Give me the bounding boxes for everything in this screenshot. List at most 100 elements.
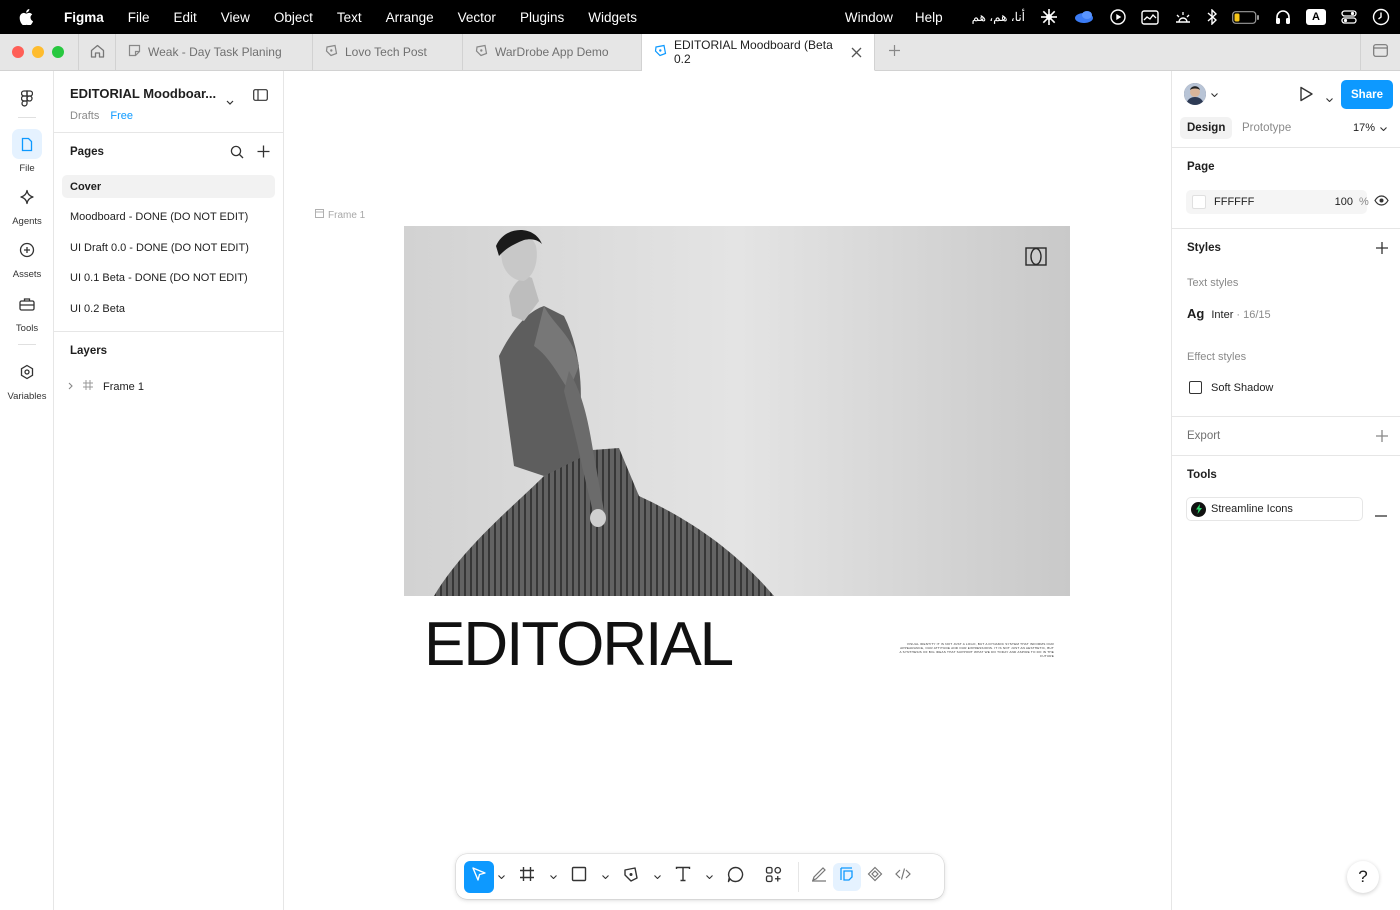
text-tool-button[interactable] — [664, 861, 702, 893]
tab-prototype[interactable]: Prototype — [1235, 117, 1298, 139]
page-item-ui-01-beta[interactable]: UI 0.1 Beta - DONE (DO NOT EDIT) — [62, 266, 275, 289]
add-export-icon[interactable] — [1376, 430, 1388, 442]
rectangle-tool-button[interactable] — [560, 861, 598, 893]
control-center-icon[interactable] — [1341, 10, 1357, 24]
frame-label[interactable]: Frame 1 — [315, 209, 365, 221]
chevron-down-icon[interactable] — [1326, 93, 1333, 105]
frame-tool-button[interactable] — [508, 861, 546, 893]
canvas[interactable]: Frame 1 EDITORIAL VISUAL IDENTITY IT IS … — [284, 71, 1171, 910]
page-color-field[interactable]: FFFFFF 100 % — [1186, 190, 1369, 214]
page-color-hex[interactable]: FFFFFF — [1214, 196, 1254, 208]
headphones-icon[interactable] — [1275, 9, 1291, 25]
menu-edit[interactable]: Edit — [162, 10, 209, 25]
actions-tool-button[interactable] — [754, 861, 792, 893]
menu-arrange[interactable]: Arrange — [374, 10, 446, 25]
eye-icon[interactable] — [1374, 195, 1389, 209]
monitor-graph-icon[interactable] — [1141, 9, 1159, 25]
tab-lovo-tech-post[interactable]: Lovo Tech Post — [313, 34, 463, 70]
menu-object[interactable]: Object — [262, 10, 325, 25]
lightning-icon — [1191, 501, 1206, 517]
page-item-ui-draft[interactable]: UI Draft 0.0 - DONE (DO NOT EDIT) — [62, 236, 275, 259]
pen-tool-button[interactable] — [612, 861, 650, 893]
rail-label: Tools — [15, 323, 39, 334]
close-window-button[interactable] — [12, 46, 24, 58]
sunrise-icon[interactable] — [1174, 10, 1192, 24]
page-item-moodboard[interactable]: Moodboard - DONE (DO NOT EDIT) — [62, 205, 275, 228]
menu-view[interactable]: View — [209, 10, 262, 25]
rail-variables[interactable]: Variables — [0, 357, 54, 402]
toggle-sidebar-button[interactable] — [1360, 34, 1400, 70]
present-button[interactable] — [1299, 86, 1314, 105]
zoom-window-button[interactable] — [52, 46, 64, 58]
page-opacity[interactable]: 100 — [1309, 196, 1353, 208]
layer-row-frame-1[interactable]: Frame 1 — [68, 380, 144, 393]
clock-icon[interactable] — [1372, 8, 1390, 26]
home-button[interactable] — [78, 34, 116, 70]
add-style-icon[interactable] — [1376, 242, 1388, 254]
menu-window[interactable]: Window — [845, 10, 893, 25]
minimize-window-button[interactable] — [32, 46, 44, 58]
menu-file[interactable]: File — [116, 10, 162, 25]
menu-text[interactable]: Text — [325, 10, 374, 25]
file-title[interactable]: EDITORIAL Moodboar... — [70, 86, 216, 101]
chevron-down-icon[interactable] — [546, 874, 560, 879]
add-page-icon[interactable] — [257, 145, 270, 163]
plugin-streamline-icons[interactable]: Streamline Icons — [1186, 497, 1363, 521]
code-mode-button[interactable] — [889, 863, 917, 891]
page-item-ui-02-beta[interactable]: UI 0.2 Beta — [62, 297, 275, 320]
apple-icon[interactable] — [0, 9, 52, 25]
bluetooth-icon[interactable] — [1207, 9, 1217, 25]
zoom-dropdown[interactable]: 17% — [1353, 122, 1387, 134]
arabic-status-text[interactable]: أنا، هم، هم — [972, 10, 1025, 24]
figma-menu-button[interactable] — [0, 83, 54, 117]
menu-help[interactable]: Help — [915, 10, 943, 25]
chevron-right-icon[interactable] — [68, 381, 74, 393]
rail-file[interactable]: File — [0, 129, 54, 174]
file-location[interactable]: Drafts — [70, 110, 99, 122]
menu-app-name[interactable]: Figma — [52, 10, 116, 25]
editorial-title[interactable]: EDITORIAL — [424, 609, 734, 680]
user-menu[interactable] — [1184, 83, 1218, 105]
input-source-indicator[interactable]: A — [1306, 9, 1326, 25]
new-tab-button[interactable] — [875, 34, 913, 70]
color-swatch[interactable] — [1192, 195, 1206, 209]
tab-wardrobe-app-demo[interactable]: WarDrobe App Demo — [463, 34, 642, 70]
tab-design[interactable]: Design — [1180, 117, 1233, 139]
chevron-down-icon[interactable] — [494, 874, 508, 879]
frame-icon — [519, 866, 535, 887]
plan-badge[interactable]: Free — [110, 110, 133, 122]
remove-plugin-icon[interactable] — [1375, 508, 1387, 520]
move-tool-button[interactable] — [464, 860, 494, 893]
editorial-photo[interactable] — [404, 226, 1070, 596]
play-circle-icon[interactable] — [1110, 9, 1126, 25]
search-icon[interactable] — [230, 145, 244, 164]
chevron-down-icon[interactable] — [598, 874, 612, 879]
help-button[interactable]: ? — [1347, 861, 1379, 893]
dev-component-mode-button[interactable] — [861, 863, 889, 891]
panel-layout-icon[interactable] — [253, 88, 268, 106]
menu-plugins[interactable]: Plugins — [508, 10, 576, 25]
draw-mode-button[interactable] — [805, 863, 833, 891]
cloud-app-icon[interactable] — [1073, 10, 1095, 24]
chevron-down-icon[interactable] — [702, 874, 716, 879]
chevron-down-icon[interactable] — [650, 874, 664, 879]
page-item-cover[interactable]: Cover — [62, 175, 275, 198]
chevron-down-icon[interactable] — [226, 92, 234, 110]
tab-editorial-moodboard[interactable]: EDITORIAL Moodboard (Beta 0.2 — [642, 34, 875, 71]
text-style-inter[interactable]: Ag Inter · 16/15 — [1187, 306, 1271, 321]
rail-assets[interactable]: Assets — [0, 235, 54, 280]
tab-bar: Weak - Day Task Planing Lovo Tech Post W… — [0, 34, 1400, 71]
close-tab-icon[interactable] — [851, 47, 862, 58]
menu-widgets[interactable]: Widgets — [576, 10, 649, 25]
editorial-body-text[interactable]: VISUAL IDENTITY IT IS NOT JUST A LOGO, B… — [898, 642, 1054, 658]
rail-agents[interactable]: Agents — [0, 182, 54, 227]
sunburst-icon[interactable] — [1040, 8, 1058, 26]
comment-tool-button[interactable] — [716, 861, 754, 893]
tab-weak-day-task-planing[interactable]: Weak - Day Task Planing — [116, 34, 313, 70]
effect-style-soft-shadow[interactable]: Soft Shadow — [1189, 381, 1273, 394]
battery-icon[interactable] — [1232, 10, 1260, 24]
share-button[interactable]: Share — [1341, 80, 1393, 109]
menu-vector[interactable]: Vector — [446, 10, 508, 25]
design-mode-button[interactable] — [833, 862, 861, 891]
rail-tools[interactable]: Tools — [0, 289, 54, 334]
